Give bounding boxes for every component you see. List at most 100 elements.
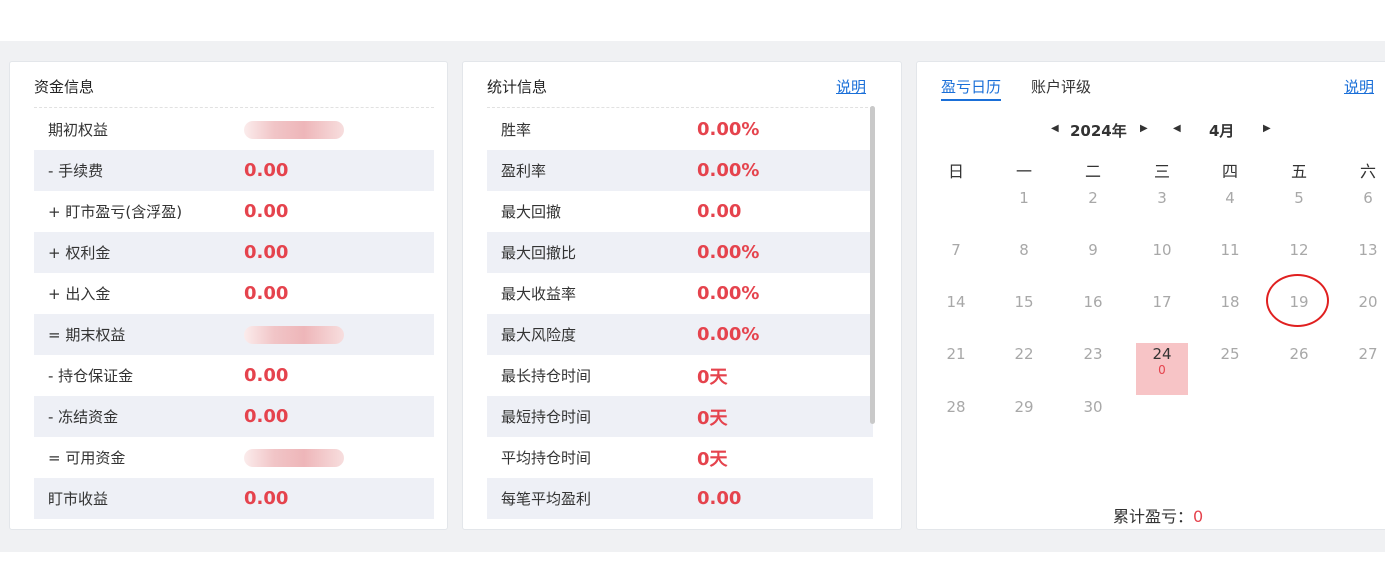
weekday-label: 三 <box>1153 162 1170 181</box>
next-month-icon[interactable]: ▶ <box>1263 123 1271 134</box>
cumulative-pl: 累计盈亏：0 <box>1113 503 1203 527</box>
tab-pl-calendar[interactable]: 盈亏日历 <box>941 76 1002 101</box>
tab-account-rating[interactable]: 账户评级 <box>1031 76 1091 97</box>
calendar-day[interactable]: 3 <box>1136 187 1188 239</box>
row-label: 盈利率 <box>501 162 547 180</box>
calendar-day[interactable]: 9 <box>1067 239 1119 291</box>
row-label: 盯市收益 <box>48 490 109 508</box>
row-value: 0.00 <box>697 201 742 222</box>
row-value: 0.00 <box>244 365 289 386</box>
table-row: 盯市收益 0.00 <box>34 478 434 519</box>
panel-title: 资金信息 <box>34 78 95 96</box>
row-value: 0.00 <box>697 488 742 509</box>
day-number: 11 <box>1220 241 1240 259</box>
divider <box>34 107 434 108</box>
calendar-day[interactable]: 1 <box>998 187 1050 239</box>
table-row: - 冻结资金 0.00 <box>34 396 434 437</box>
calendar-day[interactable]: 14 <box>930 291 982 343</box>
row-label: + 出入金 <box>48 285 111 303</box>
row-value: 0.00% <box>697 160 760 181</box>
row-value: 0.00% <box>697 119 760 140</box>
day-number: 14 <box>946 293 966 311</box>
day-pl-value: 0 <box>1158 363 1166 377</box>
table-row: + 出入金 0.00 <box>34 273 434 314</box>
table-row: = 期末权益 <box>34 314 434 355</box>
row-value: 0.00 <box>244 283 289 304</box>
row-label: = 可用资金 <box>48 449 126 467</box>
calendar-day[interactable]: 24 0 <box>1136 343 1188 395</box>
row-value: 0.00 <box>244 201 289 222</box>
calendar-day[interactable]: 4 <box>1204 187 1256 239</box>
calendar-day[interactable]: 23 <box>1067 343 1119 395</box>
prev-year-icon[interactable]: ◀ <box>1051 123 1059 134</box>
row-value: 0.00% <box>697 283 760 304</box>
day-number: 1 <box>1019 189 1029 207</box>
calendar-day[interactable]: 15 <box>998 291 1050 343</box>
prev-month-icon[interactable]: ◀ <box>1173 123 1181 134</box>
calendar-day[interactable]: 18 <box>1204 291 1256 343</box>
weekday-label: 二 <box>1084 162 1101 181</box>
weekday-label: 日 <box>947 162 964 181</box>
calendar-day[interactable]: 10 <box>1136 239 1188 291</box>
calendar-day[interactable]: 7 <box>930 239 982 291</box>
row-value: 0.00 <box>244 160 289 181</box>
day-number: 4 <box>1225 189 1235 207</box>
calendar-day[interactable]: 27 <box>1342 343 1385 395</box>
redacted-value <box>244 120 344 139</box>
weekday-label: 一 <box>1015 162 1032 181</box>
cumulative-value: 0 <box>1193 507 1204 526</box>
day-number: 26 <box>1289 345 1309 363</box>
calendar-day[interactable]: 28 <box>930 396 982 448</box>
row-label: 最大风险度 <box>501 326 577 344</box>
stats-scrollbar[interactable] <box>870 106 875 424</box>
row-label: - 手续费 <box>48 162 104 180</box>
row-label: 平均持仓时间 <box>501 449 592 467</box>
day-number: 7 <box>951 241 961 259</box>
calendar-day[interactable]: 30 <box>1067 396 1119 448</box>
day-number: 3 <box>1157 189 1167 207</box>
calendar-day[interactable]: 25 <box>1204 343 1256 395</box>
calendar-day[interactable]: 5 <box>1273 187 1325 239</box>
panel-title: 统计信息 <box>487 78 548 96</box>
stats-help-link[interactable]: 说明 <box>836 76 866 97</box>
table-row: 平均持仓时间 0天 <box>487 437 873 478</box>
cumulative-label: 累计盈亏： <box>1113 507 1194 526</box>
day-number: 16 <box>1083 293 1103 311</box>
calendar-day[interactable]: 13 <box>1342 239 1385 291</box>
row-label: 最大收益率 <box>501 285 577 303</box>
row-value: 0.00% <box>697 242 760 263</box>
calendar-day[interactable]: 21 <box>930 343 982 395</box>
row-label: + 盯市盈亏(含浮盈) <box>48 203 183 221</box>
calendar-day[interactable]: 22 <box>998 343 1050 395</box>
calendar-day[interactable]: 11 <box>1204 239 1256 291</box>
table-row: 每笔平均盈利 0.00 <box>487 478 873 519</box>
calendar-day[interactable]: 16 <box>1067 291 1119 343</box>
circled-day-annotation <box>1266 274 1329 327</box>
calendar-day[interactable]: 2 <box>1067 187 1119 239</box>
redacted-value <box>244 448 344 467</box>
row-label: - 冻结资金 <box>48 408 119 426</box>
table-row: 最长持仓时间 0天 <box>487 355 873 396</box>
calendar-day[interactable]: 8 <box>998 239 1050 291</box>
year-label: 2024年 <box>1070 122 1127 140</box>
calendar-help-link[interactable]: 说明 <box>1344 76 1374 97</box>
day-number: 24 <box>1152 345 1172 363</box>
table-row: 最大风险度 0.00% <box>487 314 873 355</box>
day-number: 18 <box>1220 293 1240 311</box>
table-row: - 持仓保证金 0.00 <box>34 355 434 396</box>
capital-info-panel: 资金信息 期初权益 - 手续费 0.00 + 盯市盈亏(含浮盈) 0.00 + 权利金 0.… <box>9 61 448 530</box>
day-number: 12 <box>1289 241 1309 259</box>
calendar-day[interactable]: 6 <box>1342 187 1385 239</box>
table-row: + 盯市盈亏(含浮盈) 0.00 <box>34 191 434 232</box>
calendar-day[interactable]: 26 <box>1273 343 1325 395</box>
row-value: 0.00 <box>244 242 289 263</box>
next-year-icon[interactable]: ▶ <box>1140 123 1148 134</box>
calendar-day[interactable]: 20 <box>1342 291 1385 343</box>
row-label: = 期末权益 <box>48 326 126 344</box>
day-number: 2 <box>1088 189 1098 207</box>
calendar-day[interactable]: 29 <box>998 396 1050 448</box>
calendar-day[interactable]: 17 <box>1136 291 1188 343</box>
table-row: 胜率 0.00% <box>487 109 873 150</box>
day-number: 23 <box>1083 345 1103 363</box>
row-label: 每笔平均盈利 <box>501 490 592 508</box>
